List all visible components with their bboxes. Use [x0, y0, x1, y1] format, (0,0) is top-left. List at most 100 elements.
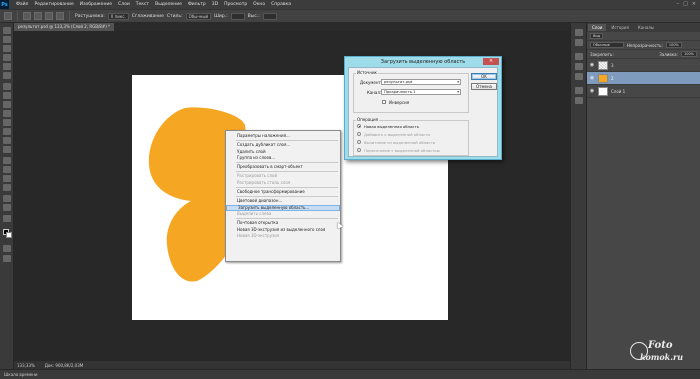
properties-panel-icon[interactable] — [575, 39, 583, 46]
zoom-level[interactable]: 133,33% — [17, 363, 35, 368]
opacity-input[interactable]: 100% — [665, 42, 682, 48]
document-label: Документ: — [360, 80, 383, 85]
eye-icon[interactable]: ◉ — [589, 88, 595, 94]
swatches-panel-icon[interactable] — [575, 53, 583, 60]
document-info[interactable]: Док: 900,8K/2,03M — [45, 363, 83, 368]
paragraph-panel-icon[interactable] — [575, 97, 583, 104]
radio-new-selection-label: Новая выделенная область — [364, 123, 419, 129]
menu-window[interactable]: Окно — [250, 2, 268, 7]
background-color-swatch[interactable] — [6, 232, 12, 238]
style-select[interactable]: Обычный — [185, 12, 212, 20]
tab-layers[interactable]: Слои — [588, 24, 607, 31]
menu-view[interactable]: Просмотр — [221, 2, 250, 7]
adjustments-panel-icon[interactable] — [575, 63, 583, 70]
lasso-tool-icon[interactable] — [3, 45, 11, 52]
fill-input[interactable]: 100% — [680, 51, 697, 57]
radio-subtract-selection — [357, 140, 361, 144]
quick-select-tool-icon[interactable] — [3, 54, 11, 61]
type-tool-icon[interactable] — [3, 166, 11, 173]
watermark-logo: Foto komok.ru — [620, 340, 694, 370]
radio-new-selection[interactable] — [357, 124, 361, 128]
menu-3d[interactable]: 3D — [209, 2, 221, 7]
menu-filter[interactable]: Фильтр — [185, 2, 209, 7]
ctx-blending-options[interactable]: Параметры наложения... — [226, 133, 340, 139]
subtract-selection-icon[interactable] — [45, 12, 53, 20]
ctx-convert-smart-object[interactable]: Преобразовать в смарт-объект — [226, 164, 340, 170]
move-tool-icon[interactable] — [3, 27, 11, 34]
new-selection-icon[interactable] — [23, 12, 31, 20]
dodge-tool-icon[interactable] — [3, 146, 11, 153]
menu-help[interactable]: Справка — [268, 2, 294, 7]
width-input[interactable] — [230, 12, 245, 20]
menu-edit[interactable]: Редактирование — [31, 2, 76, 7]
divider — [69, 11, 70, 21]
layer-thumbnail — [598, 73, 608, 83]
healing-tool-icon[interactable] — [3, 83, 11, 90]
cancel-button[interactable]: Отмена — [471, 83, 497, 90]
more-tools-icon[interactable] — [3, 215, 11, 222]
marquee-tool-icon[interactable] — [3, 36, 11, 43]
ctx-select-left: Выделить слева — [237, 210, 272, 216]
layer-row-selected[interactable]: ◉ 2 — [587, 72, 700, 85]
styles-panel-icon[interactable] — [575, 73, 583, 80]
history-panel-icon[interactable] — [575, 29, 583, 36]
screen-mode-icon[interactable] — [3, 255, 11, 262]
document-tab[interactable]: результат.psd @ 133,3% (Слой 2, RGB/8#) … — [14, 23, 115, 31]
menu-separator — [236, 196, 338, 198]
tab-history[interactable]: История — [607, 24, 633, 31]
menu-text[interactable]: Текст — [133, 2, 152, 7]
eyedropper-tool-icon[interactable] — [3, 72, 11, 79]
blend-row: Обычные Непрозрачность: 100% — [587, 41, 700, 50]
layer-context-menu: Параметры наложения... Создать дубликат … — [225, 130, 341, 262]
menu-image[interactable]: Изображение — [77, 2, 115, 7]
timeline-label[interactable]: Шкала времени — [4, 372, 37, 377]
dialog-title: Загрузить выделенную область — [380, 59, 466, 65]
shape-tool-icon[interactable] — [3, 184, 11, 191]
menu-separator — [236, 187, 338, 189]
ctx-free-transform[interactable]: Свободное трансформирование — [226, 189, 340, 195]
path-select-tool-icon[interactable] — [3, 175, 11, 182]
eye-icon[interactable]: ◉ — [589, 75, 595, 81]
maximize-icon[interactable]: □ — [683, 1, 688, 7]
tab-channels[interactable]: Каналы — [634, 24, 658, 31]
history-brush-tool-icon[interactable] — [3, 110, 11, 117]
layer-kind-select[interactable]: Вид — [590, 33, 604, 39]
window-controls: – □ × — [677, 1, 696, 7]
eye-icon[interactable]: ◉ — [589, 62, 595, 68]
menu-select[interactable]: Выделение — [152, 2, 185, 7]
document-select[interactable]: результат.psd ▾ — [381, 79, 461, 85]
gradient-tool-icon[interactable] — [3, 128, 11, 135]
eraser-tool-icon[interactable] — [3, 119, 11, 126]
brush-tool-icon[interactable] — [3, 92, 11, 99]
feather-input[interactable]: 0 пикс. — [107, 12, 129, 20]
intersect-selection-icon[interactable] — [56, 12, 64, 20]
ok-button[interactable]: OK — [471, 73, 497, 80]
pen-tool-icon[interactable] — [3, 157, 11, 164]
menu-file[interactable]: Файл — [13, 2, 31, 7]
invert-checkbox[interactable] — [382, 100, 386, 104]
height-input[interactable] — [262, 12, 277, 20]
channel-select[interactable]: Прозрачность 1 ▾ — [381, 89, 461, 95]
layer-row[interactable]: ◉ 3 — [587, 59, 700, 72]
blur-tool-icon[interactable] — [3, 137, 11, 144]
minimize-icon[interactable]: – — [677, 1, 680, 7]
layer-row[interactable]: ◉ Слой 1 — [587, 85, 700, 98]
ctx-3d-extrusion-from-layer[interactable]: Новая 3D-экструзия из выделенного слоя — [226, 227, 340, 233]
close-icon[interactable]: × — [483, 58, 499, 65]
character-panel-icon[interactable] — [575, 87, 583, 94]
ctx-group-from-layers[interactable]: Группа из слоев... — [226, 155, 340, 161]
crop-tool-icon[interactable] — [3, 63, 11, 70]
dialog-title-bar[interactable]: Загрузить выделенную область × — [345, 57, 501, 67]
blend-mode-select[interactable]: Обычные — [590, 42, 624, 48]
smooth-checkbox-label[interactable]: Сглаживание — [132, 14, 164, 19]
menu-separator — [236, 140, 338, 142]
marquee-tool-icon[interactable] — [4, 12, 12, 20]
close-window-icon[interactable]: × — [692, 1, 696, 7]
quick-mask-icon[interactable] — [3, 245, 11, 252]
radio-intersect-selection — [357, 148, 361, 152]
add-selection-icon[interactable] — [34, 12, 42, 20]
menu-layers[interactable]: Слои — [115, 2, 133, 7]
zoom-tool-icon[interactable] — [3, 204, 11, 211]
stamp-tool-icon[interactable] — [3, 101, 11, 108]
hand-tool-icon[interactable] — [3, 195, 11, 202]
